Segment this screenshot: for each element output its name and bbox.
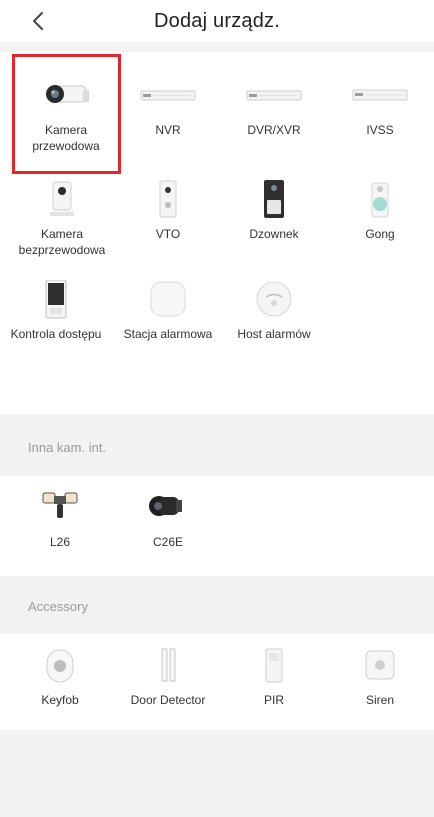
page-title: Dodaj urządz.	[154, 10, 280, 32]
device-label: C26E	[152, 535, 184, 549]
device-label: Keyfob	[41, 693, 79, 707]
section-title: Accessory	[28, 599, 88, 614]
selection-highlight	[12, 54, 121, 174]
device-label: NVR	[155, 123, 181, 137]
device-label: Siren	[365, 693, 394, 707]
accessory-section: Keyfob Door Detector PIR Siren	[0, 634, 434, 730]
black-bullet-camera-icon	[149, 496, 182, 516]
device-tile-pir[interactable]: PIR	[220, 646, 328, 708]
device-label: IVSS	[366, 123, 394, 137]
device-label: Kamera bezprzewodowa	[18, 227, 106, 257]
doorbell-icon	[264, 180, 284, 218]
other-cameras-section: L26 C26E	[0, 476, 434, 576]
separator	[0, 42, 434, 52]
device-tile-siren[interactable]: Siren	[326, 646, 434, 708]
device-label: Host alarmów	[237, 327, 311, 341]
alarm-station-icon	[150, 281, 186, 317]
device-tile-chime[interactable]: Gong	[326, 180, 434, 242]
bottom-filler	[0, 730, 434, 817]
device-tile-l26[interactable]: L26	[6, 488, 114, 550]
device-label: Stacja alarmowa	[123, 327, 213, 341]
device-label: Door Detector	[130, 693, 206, 707]
other-cameras-header: Inna kam. int.	[0, 414, 434, 476]
device-tile-dvr-xvr[interactable]: DVR/XVR	[220, 74, 328, 138]
door-detector-icon	[161, 648, 176, 682]
device-tile-c26e[interactable]: C26E	[114, 488, 222, 550]
accessory-header: Accessory	[0, 576, 434, 634]
dvr-recorder-icon	[246, 90, 302, 101]
device-label: VTO	[155, 227, 181, 241]
device-tile-vto[interactable]: VTO	[114, 180, 222, 242]
device-label: Dzownek	[249, 227, 299, 241]
chime-icon	[371, 182, 389, 218]
device-tile-ivss[interactable]: IVSS	[326, 74, 434, 138]
header-bar: Dodaj urządz.	[0, 0, 434, 42]
device-tile-alarm-host[interactable]: Host alarmów	[220, 280, 328, 342]
keyfob-icon	[46, 649, 74, 683]
device-label: Kontrola dostępu	[10, 327, 102, 341]
access-control-icon	[45, 280, 67, 319]
nvr-recorder-icon	[140, 90, 196, 101]
device-tile-door-detector[interactable]: Door Detector	[114, 646, 222, 708]
ivss-recorder-icon	[352, 89, 408, 101]
device-tile-wireless-camera[interactable]: Kamera bezprzewodowa	[8, 180, 116, 258]
device-tile-access-control[interactable]: Kontrola dostępu	[2, 280, 110, 342]
device-label: Gong	[365, 227, 395, 241]
pir-sensor-icon	[265, 648, 283, 683]
floodlight-camera-icon	[42, 492, 78, 518]
section-title: Inna kam. int.	[28, 440, 107, 455]
device-label: L26	[49, 535, 71, 549]
device-tile-alarm-station[interactable]: Stacja alarmowa	[114, 280, 222, 342]
device-tile-nvr[interactable]: NVR	[114, 74, 222, 138]
vto-intercom-icon	[159, 180, 177, 218]
siren-icon	[365, 650, 395, 680]
device-tile-doorbell[interactable]: Dzownek	[220, 180, 328, 242]
device-label: PIR	[263, 693, 284, 707]
alarm-host-icon	[256, 281, 292, 317]
wireless-camera-icon	[50, 181, 74, 216]
device-tile-keyfob[interactable]: Keyfob	[6, 646, 114, 708]
device-label: DVR/XVR	[247, 123, 301, 137]
